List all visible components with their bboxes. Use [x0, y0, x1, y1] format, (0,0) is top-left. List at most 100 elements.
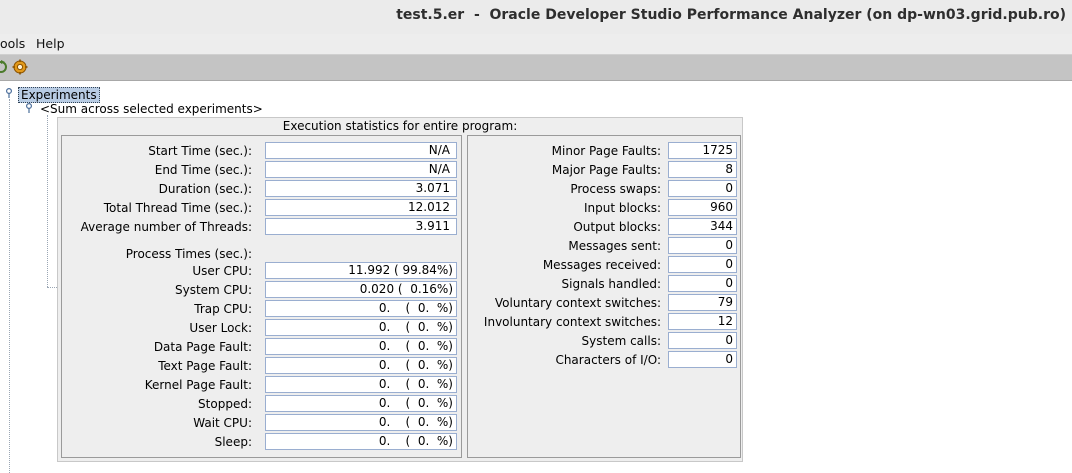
counter-row: Signals handled: 0 — [468, 275, 740, 294]
counter-value: 8 — [668, 161, 737, 178]
counter-label: Characters of I/O: — [555, 353, 661, 367]
process-label: Sleep: — [214, 435, 252, 449]
stat-value: N/A — [265, 142, 457, 159]
counter-value: 0 — [668, 275, 737, 292]
refresh-icon[interactable] — [0, 59, 9, 75]
stat-label: Start Time (sec.): — [148, 144, 252, 158]
counter-value: 344 — [668, 218, 737, 235]
process-label: System CPU: — [174, 283, 252, 297]
stat-value: 3.911 — [265, 218, 457, 235]
process-row: System CPU: 0.020 ( 0.16%) — [62, 281, 461, 300]
menu-tools[interactable]: ools — [0, 36, 25, 51]
tree-expand-handle-sum[interactable] — [25, 102, 33, 116]
menu-help[interactable]: Help — [36, 36, 65, 51]
settings-gear-icon[interactable] — [12, 59, 28, 75]
process-label: User Lock: — [189, 321, 252, 335]
counter-label: Involuntary context switches: — [483, 315, 661, 329]
stat-row: Start Time (sec.): N/A — [62, 142, 461, 161]
counter-row: Output blocks: 344 — [468, 218, 740, 237]
process-label: Stopped: — [198, 397, 252, 411]
tree-guide-line — [9, 99, 10, 473]
counter-row: Voluntary context switches: 79 — [468, 294, 740, 313]
stat-row: Total Thread Time (sec.): 12.012 — [62, 199, 461, 218]
process-row: Data Page Fault: 0. ( 0. %) — [62, 338, 461, 357]
counter-row: Messages received: 0 — [468, 256, 740, 275]
counter-label: Messages received: — [542, 258, 661, 272]
process-row: Wait CPU: 0. ( 0. %) — [62, 414, 461, 433]
stats-right-panel: Minor Page Faults: 1725 Major Page Fault… — [467, 135, 741, 458]
counter-row: Involuntary context switches: 12 — [468, 313, 740, 332]
stat-value: 12.012 — [265, 199, 457, 216]
process-label: Trap CPU: — [194, 302, 252, 316]
counter-value: 12 — [668, 313, 737, 330]
process-times-header: Process Times (sec.): — [125, 247, 252, 261]
process-row: Sleep: 0. ( 0. %) — [62, 433, 461, 452]
stat-row: Duration (sec.): 3.071 — [62, 180, 461, 199]
process-label: User CPU: — [192, 264, 252, 278]
stats-title: Execution statistics for entire program: — [282, 119, 518, 133]
tree-root-experiments[interactable]: Experiments — [18, 87, 100, 103]
counter-row: Major Page Faults: 8 — [468, 161, 740, 180]
tree-node-sum-experiments[interactable]: <Sum across selected experiments> — [40, 102, 263, 116]
counter-label: Process swaps: — [570, 182, 661, 196]
process-label: Text Page Fault: — [158, 359, 252, 373]
counter-label: Signals handled: — [561, 277, 662, 291]
stat-value: N/A — [265, 161, 457, 178]
counter-row: Messages sent: 0 — [468, 237, 740, 256]
execution-statistics-panel: Execution statistics for entire program:… — [57, 117, 743, 462]
counter-value: 1725 — [668, 142, 737, 159]
process-label: Data Page Fault: — [153, 340, 252, 354]
counter-label: System calls: — [581, 334, 661, 348]
counter-row: System calls: 0 — [468, 332, 740, 351]
stat-label: Total Thread Time (sec.): — [103, 201, 252, 215]
counter-value: 0 — [668, 332, 737, 349]
process-value: 0. ( 0. %) — [265, 376, 457, 393]
process-row: Text Page Fault: 0. ( 0. %) — [62, 357, 461, 376]
counter-row: Characters of I/O: 0 — [468, 351, 740, 370]
stat-label: Duration (sec.): — [158, 182, 252, 196]
counter-value: 960 — [668, 199, 737, 216]
counter-label: Output blocks: — [573, 220, 661, 234]
counter-label: Minor Page Faults: — [551, 144, 661, 158]
tree-guide-branch — [47, 287, 57, 288]
counter-value: 0 — [668, 180, 737, 197]
process-value: 0.020 ( 0.16%) — [265, 281, 457, 298]
counter-value: 0 — [668, 237, 737, 254]
process-value: 11.992 ( 99.84%) — [265, 262, 457, 279]
tree-guide-line-child — [47, 115, 48, 287]
process-row: Trap CPU: 0. ( 0. %) — [62, 300, 461, 319]
process-value: 0. ( 0. %) — [265, 300, 457, 317]
window-titlebar: test.5.er - Oracle Developer Studio Perf… — [0, 0, 1072, 34]
process-value: 0. ( 0. %) — [265, 319, 457, 336]
stat-row: Average number of Threads: 3.911 — [62, 218, 461, 237]
process-label: Kernel Page Fault: — [144, 378, 252, 392]
stat-label: End Time (sec.): — [154, 163, 252, 177]
stats-left-panel: Start Time (sec.): N/A End Time (sec.): … — [61, 135, 462, 458]
counter-value: 0 — [668, 256, 737, 273]
counter-value: 0 — [668, 351, 737, 368]
process-row: User CPU: 11.992 ( 99.84%) — [62, 262, 461, 281]
process-row: User Lock: 0. ( 0. %) — [62, 319, 461, 338]
process-row: Kernel Page Fault: 0. ( 0. %) — [62, 376, 461, 395]
stat-label: Average number of Threads: — [80, 220, 252, 234]
counter-label: Input blocks: — [583, 201, 661, 215]
counter-value: 79 — [668, 294, 737, 311]
process-value: 0. ( 0. %) — [265, 338, 457, 355]
toolbar — [0, 55, 1072, 81]
window-title: test.5.er - Oracle Developer Studio Perf… — [396, 7, 1066, 23]
counter-row: Minor Page Faults: 1725 — [468, 142, 740, 161]
process-row: Stopped: 0. ( 0. %) — [62, 395, 461, 414]
process-value: 0. ( 0. %) — [265, 414, 457, 431]
process-label: Wait CPU: — [193, 416, 252, 430]
counter-row: Process swaps: 0 — [468, 180, 740, 199]
counter-row: Input blocks: 960 — [468, 199, 740, 218]
stat-value: 3.071 — [265, 180, 457, 197]
process-value: 0. ( 0. %) — [265, 357, 457, 374]
counter-label: Voluntary context switches: — [494, 296, 661, 310]
process-value: 0. ( 0. %) — [265, 433, 457, 450]
process-value: 0. ( 0. %) — [265, 395, 457, 412]
counter-label: Messages sent: — [568, 239, 661, 253]
stat-row: End Time (sec.): N/A — [62, 161, 461, 180]
counter-label: Major Page Faults: — [551, 163, 661, 177]
menu-bar: ools Help — [0, 34, 1072, 55]
